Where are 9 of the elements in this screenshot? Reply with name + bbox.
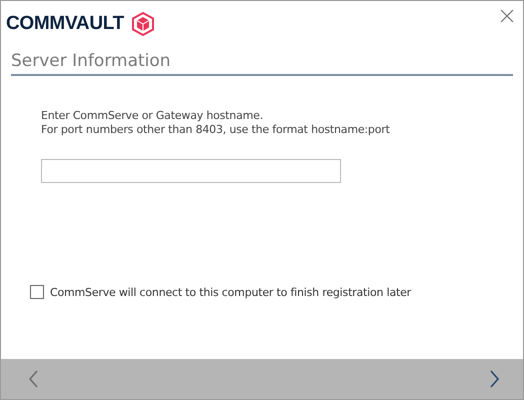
close-button[interactable] (499, 8, 515, 24)
instruction-text: For port numbers other than 8403, use the format hostname:port (41, 123, 391, 137)
cube-logo-icon (132, 12, 154, 36)
checkbox-label: CommServe will connect to this computer to finish registration later (50, 286, 412, 298)
hostname-field[interactable] (41, 159, 341, 183)
logo-wordmark: COMMVAULT (6, 13, 124, 35)
checkbox[interactable] (30, 285, 44, 299)
page-title: Server Information (11, 51, 513, 76)
instruction-text: Enter CommServe or Gateway hostname. (41, 109, 264, 123)
